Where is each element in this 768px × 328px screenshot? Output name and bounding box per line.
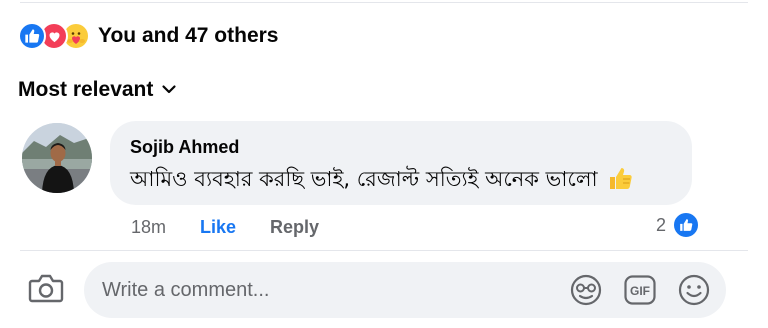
camera-icon [28,272,64,309]
comment-reaction-count[interactable]: 2 [656,211,701,239]
sticker-icon[interactable] [568,272,604,308]
comment-text-content: আমিও ব্যবহার করছি ভাই, রেজাল্ট সত্যিই অন… [130,167,598,191]
comment-composer: GIF [84,262,726,318]
comment-actions: 18m Like Reply [131,215,319,239]
top-divider [20,2,748,3]
like-icon [18,22,46,50]
like-count: 2 [656,214,667,235]
chevron-down-icon [161,81,177,102]
avatar[interactable] [22,123,92,193]
reactions-summary-text: You and 47 others [98,24,279,47]
svg-text:GIF: GIF [630,284,650,298]
thumbs-up-emoji-icon [606,164,634,197]
comment-text: আমিও ব্যবহার করছি ভাই, রেজাল্ট সত্যিই অন… [130,163,672,198]
like-icon [672,211,701,239]
comment-bubble: Sojib Ahmed আমিও ব্যবহার করছি ভাই, রেজাল… [110,121,692,205]
gif-icon[interactable]: GIF [622,272,658,308]
comment-time[interactable]: 18m [131,217,166,238]
like-button[interactable]: Like [200,217,236,238]
sort-label: Most relevant [18,78,154,101]
reactions-summary[interactable]: You and 47 others [18,20,278,52]
bottom-divider [20,250,748,251]
composer-icons: GIF [568,272,712,308]
comment-author[interactable]: Sojib Ahmed [130,137,672,158]
emoji-icon[interactable] [676,272,712,308]
reaction-icons [18,22,90,50]
reply-button[interactable]: Reply [270,217,319,238]
sort-dropdown[interactable]: Most relevant [18,78,177,102]
camera-button[interactable] [24,270,68,310]
